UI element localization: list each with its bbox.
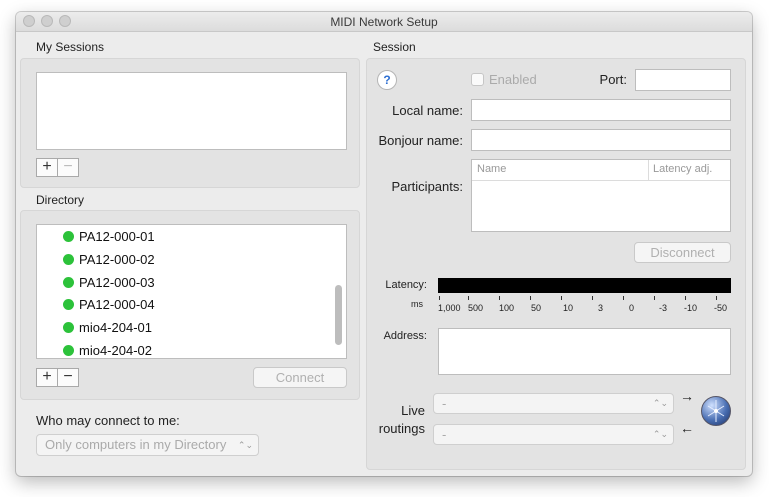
arrow-left-icon: ← (680, 420, 694, 436)
latency-tick-mark (654, 296, 655, 300)
who-may-connect-popup[interactable]: Only computers in my Directory ⌃⌄ (36, 434, 259, 456)
latency-tick-label: 1,000 (438, 303, 461, 313)
directory-heading: Directory (36, 193, 85, 207)
participants-label: Participants: (391, 179, 463, 194)
directory-list[interactable]: PA12-000-01 PA12-000-02 PA12-000-03 PA12… (36, 224, 347, 359)
who-may-connect-value: Only computers in my Directory (45, 437, 227, 452)
latency-unit: ms (411, 299, 423, 309)
popup-chevron-icon: ⌃⌄ (652, 398, 668, 408)
latency-tick-mark (623, 296, 624, 300)
enabled-checkbox[interactable] (471, 73, 484, 86)
latency-tick-label: -3 (659, 303, 668, 313)
connect-button[interactable]: Connect (253, 367, 347, 388)
participants-table[interactable]: Name Latency adj. (471, 159, 731, 232)
status-online-icon (63, 231, 74, 242)
latency-label: Latency: (385, 279, 427, 291)
latency-tick-mark (499, 296, 500, 300)
address-label: Address: (383, 330, 427, 342)
status-online-icon (63, 299, 74, 310)
directory-scrollbar-thumb[interactable] (335, 285, 342, 345)
directory-item[interactable]: PA12-000-02 (79, 252, 155, 267)
latency-tick-mark (685, 296, 686, 300)
directory-item[interactable]: mio4-204-01 (79, 320, 152, 335)
column-header-latency-adj[interactable]: Latency adj. (653, 163, 712, 175)
help-icon[interactable]: ? (377, 70, 397, 90)
midi-network-setup-window: MIDI Network Setup My Sessions + − Direc… (16, 12, 752, 476)
port-field[interactable] (635, 69, 731, 91)
window-title: MIDI Network Setup (330, 15, 438, 29)
latency-tick-label: -10 (684, 303, 698, 313)
routing-out-value: - (442, 427, 447, 442)
latency-tick-mark (439, 296, 440, 300)
column-header-name[interactable]: Name (477, 163, 506, 175)
enabled-label: Enabled (489, 72, 537, 87)
latency-tick-mark (561, 296, 562, 300)
address-field[interactable] (438, 328, 731, 375)
local-name-field[interactable] (471, 99, 731, 121)
participants-header: Name Latency adj. (472, 160, 730, 181)
my-sessions-heading: My Sessions (36, 40, 105, 54)
latency-tick-label: 3 (598, 303, 604, 313)
remove-session-button[interactable]: − (57, 158, 79, 177)
session-heading: Session (373, 40, 416, 54)
live-routings-label-line1: Live (401, 403, 425, 418)
directory-item[interactable]: PA12-000-01 (79, 229, 155, 244)
latency-tick-label: 100 (499, 303, 515, 313)
routing-in-value: - (442, 396, 447, 411)
add-session-button[interactable]: + (36, 158, 58, 177)
port-label: Port: (599, 72, 627, 87)
directory-item[interactable]: PA12-000-03 (79, 275, 155, 290)
status-online-icon (63, 345, 74, 356)
local-name-label: Local name: (392, 103, 463, 118)
status-online-icon (63, 322, 74, 333)
popup-chevron-icon: ⌃⌄ (652, 429, 668, 439)
directory-item[interactable]: PA12-000-04 (79, 297, 155, 312)
bonjour-name-label: Bonjour name: (378, 133, 463, 148)
latency-tick-mark (716, 296, 717, 300)
latency-meter (438, 278, 731, 293)
bonjour-name-field[interactable] (471, 129, 731, 151)
latency-tick-mark (592, 296, 593, 300)
live-routings-label-line2: routings (378, 421, 425, 436)
status-online-icon (63, 254, 74, 265)
latency-tick-mark (468, 296, 469, 300)
network-globe-icon (701, 396, 731, 426)
latency-tick-label: 0 (629, 303, 635, 313)
disconnect-button[interactable]: Disconnect (634, 242, 731, 263)
status-online-icon (63, 277, 74, 288)
latency-tick-label: 500 (468, 303, 484, 313)
arrow-right-icon: → (680, 388, 694, 404)
latency-tick-label: 10 (563, 303, 574, 313)
my-sessions-list[interactable] (36, 72, 347, 150)
column-divider (648, 160, 649, 180)
title-bar: MIDI Network Setup (16, 12, 752, 32)
latency-tick-label: 50 (531, 303, 542, 313)
latency-tick-mark (530, 296, 531, 300)
directory-item[interactable]: mio4-204-02 (79, 343, 152, 358)
add-directory-button[interactable]: + (36, 368, 58, 387)
routing-out-popup[interactable]: - ⌃⌄ (433, 424, 674, 445)
popup-chevron-icon: ⌃⌄ (237, 440, 253, 450)
routing-in-popup[interactable]: - ⌃⌄ (433, 393, 674, 414)
who-may-connect-label: Who may connect to me: (36, 413, 180, 428)
remove-directory-button[interactable]: − (57, 368, 79, 387)
latency-tick-label: -50 (714, 303, 728, 313)
